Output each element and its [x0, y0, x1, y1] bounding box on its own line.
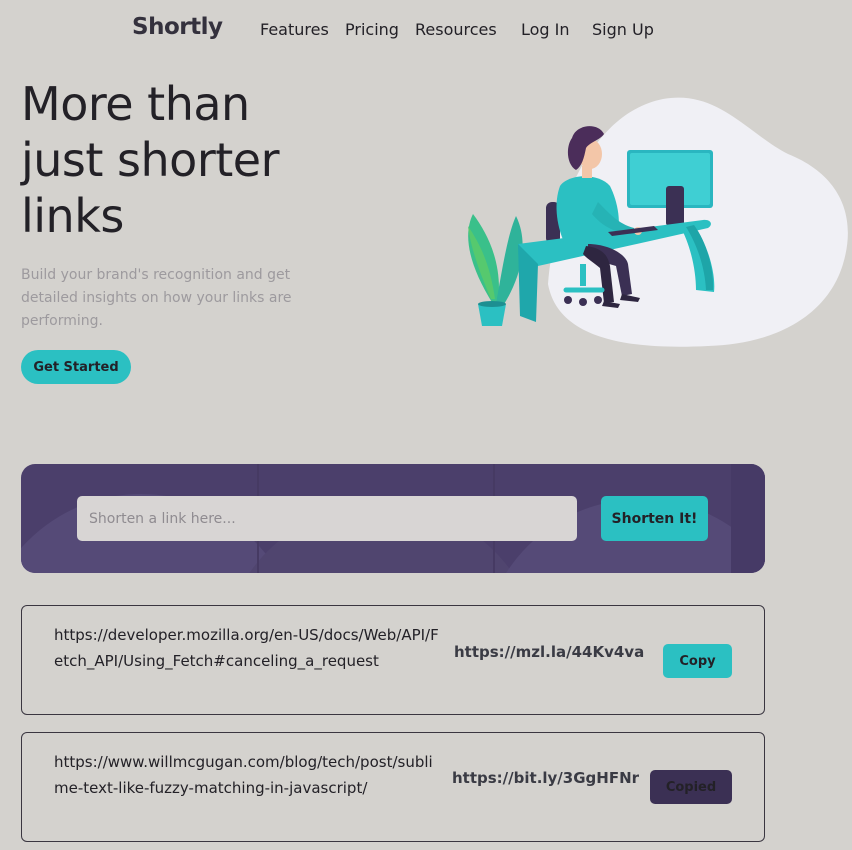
nav-link-features[interactable]: Features	[260, 20, 329, 39]
hero-title-line: links	[21, 189, 124, 243]
link-input[interactable]	[77, 496, 577, 541]
copied-button[interactable]: Copied	[650, 770, 732, 804]
short-url[interactable]: https://bit.ly/3GgHFNr	[452, 769, 639, 787]
nav-link-resources[interactable]: Resources	[415, 20, 497, 39]
hero-title-line: just shorter	[21, 133, 279, 187]
nav-link-pricing[interactable]: Pricing	[345, 20, 399, 39]
short-url[interactable]: https://mzl.la/44Kv4va	[454, 643, 644, 661]
get-started-button[interactable]: Get Started	[21, 350, 131, 384]
hero-subtitle: Build your brand's recognition and get d…	[21, 267, 292, 329]
top-nav: Shortly Features Pricing Resources Log I…	[0, 14, 852, 48]
hero-title-line: More than	[21, 77, 250, 131]
copy-button[interactable]: Copy	[663, 644, 732, 678]
hero-title: More than just shorter links	[21, 76, 361, 244]
logo[interactable]: Shortly	[132, 14, 223, 40]
working-person-illustration	[468, 97, 848, 347]
result-card: https://www.willmcgugan.com/blog/tech/po…	[21, 732, 765, 842]
original-url: https://developer.mozilla.org/en-US/docs…	[54, 626, 439, 670]
original-url: https://www.willmcgugan.com/blog/tech/po…	[54, 753, 433, 797]
signup-link[interactable]: Sign Up	[592, 20, 654, 39]
shorten-button[interactable]: Shorten It!	[601, 496, 708, 541]
shorten-form: Shorten It!	[21, 464, 765, 573]
login-link[interactable]: Log In	[521, 20, 570, 39]
result-card: https://developer.mozilla.org/en-US/docs…	[21, 605, 765, 715]
